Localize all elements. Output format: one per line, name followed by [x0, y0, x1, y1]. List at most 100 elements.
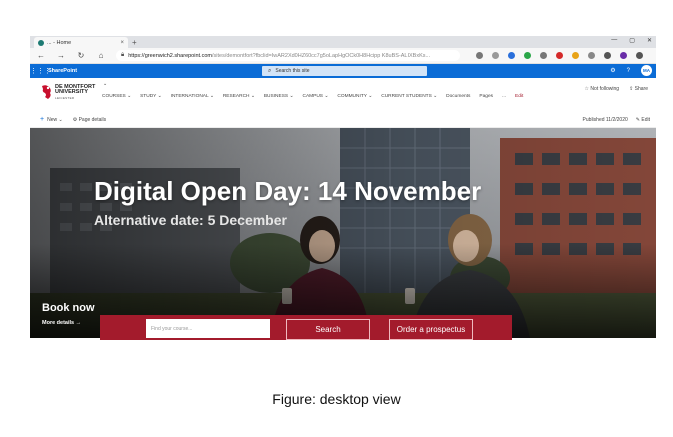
course-search-input[interactable]: Find your course... — [146, 319, 270, 338]
more-details-link[interactable]: More details → — [42, 320, 81, 326]
app-launcher-icon[interactable]: ⋮⋮⋮ — [30, 67, 51, 75]
shield-icon[interactable] — [524, 52, 531, 59]
edit-page-button[interactable]: ✎ Edit — [636, 117, 650, 123]
nav-item-label: Pages — [479, 94, 494, 99]
sync-icon[interactable] — [476, 52, 483, 59]
nav-item-research[interactable]: RESEARCH ⌄ — [223, 94, 255, 99]
chevron-down-icon[interactable]: ⌄ — [57, 117, 62, 123]
suite-bar-actions: ⚙ ? MA — [610, 65, 652, 76]
nav-item-label: Edit — [515, 94, 524, 99]
nav-item-label: RESEARCH — [222, 94, 250, 99]
published-status: Published 11/2/2020 — [582, 116, 628, 123]
top-navigation: COURSES ⌄ STUDY ⌄ INTERNATIONAL ⌄ RESEARCH … — [102, 94, 523, 99]
nav-item-campus[interactable]: CAMPUS ⌄ — [302, 94, 328, 99]
zoom-icon[interactable] — [492, 52, 499, 59]
back-button[interactable]: ← — [36, 51, 46, 60]
url-path: /sites/demontfort?fbclid=IwAR2Xd0HZ60cc7… — [211, 52, 431, 59]
collections-icon[interactable] — [604, 52, 611, 59]
close-window-button[interactable]: ✕ — [647, 37, 652, 44]
chevron-down-icon: ⌄ — [366, 94, 373, 99]
site-header: DE MONTFORT UNIVERSITY LEICESTER ⌄ COURS… — [30, 78, 656, 112]
more-icon[interactable] — [636, 52, 643, 59]
dmu-logo[interactable]: DE MONTFORT UNIVERSITY LEICESTER — [40, 84, 95, 100]
nav-item-pages[interactable]: Pages — [479, 94, 493, 99]
help-icon[interactable]: ? — [627, 68, 630, 74]
pencil-icon: ✎ — [635, 116, 640, 123]
browser-tab[interactable]: ... - Home × — [34, 37, 128, 48]
order-prospectus-button[interactable]: Order a prospectus — [389, 319, 473, 340]
book-now-heading[interactable]: Book now — [42, 302, 95, 314]
url-host: https://greenwich2.sharepoint.com — [128, 52, 212, 59]
share-button[interactable]: ⇪ Share — [629, 86, 648, 92]
chevron-down-icon: ⌄ — [288, 94, 294, 99]
camera-icon[interactable] — [540, 52, 547, 59]
lock-icon: 🔒︎ — [121, 52, 125, 58]
hero-photo — [30, 128, 656, 338]
forward-button[interactable]: → — [56, 51, 66, 60]
nav-item-label: COMMUNITY — [337, 94, 367, 99]
tab-strip: ... - Home × + — ▢ ✕ — [30, 36, 656, 48]
profile-icon[interactable] — [620, 52, 627, 59]
chevron-down-icon: ⌄ — [156, 94, 162, 99]
url-field[interactable]: 🔒︎ https://greenwich2.sharepoint.com /si… — [116, 50, 460, 61]
maximize-button[interactable]: ▢ — [629, 37, 635, 44]
follow-button[interactable]: ☆ Not following — [585, 86, 620, 92]
refresh-button[interactable]: ↻ — [76, 51, 86, 60]
site-search-box[interactable]: ⌕ Search this site — [262, 66, 427, 76]
sharepoint-app-name[interactable]: SharePoint — [48, 68, 77, 74]
extension-icons — [476, 52, 643, 59]
nav-item-business[interactable]: BUSINESS ⌄ — [264, 94, 294, 99]
nav-item-documents[interactable]: Documents — [446, 94, 470, 99]
nav-item-international[interactable]: INTERNATIONAL ⌄ — [171, 94, 214, 99]
hero-subtitle: Alternative date: 5 December — [94, 212, 287, 228]
chevron-down-icon[interactable]: ⌄ — [103, 81, 107, 87]
nav-item-label: STUDY — [140, 94, 157, 99]
chevron-down-icon: ⌄ — [249, 94, 255, 99]
minimize-button[interactable]: — — [611, 37, 617, 44]
chevron-down-icon: ⌄ — [323, 94, 329, 99]
settings-gear-icon[interactable]: ⚙ — [610, 67, 615, 74]
chevron-down-icon: ⌄ — [431, 94, 438, 99]
page-details-button[interactable]: Page details — [79, 117, 107, 123]
share-icon: ⇪ — [629, 86, 634, 92]
home-button[interactable]: ⌂ — [96, 51, 106, 60]
nav-item-courses[interactable]: COURSES ⌄ — [102, 94, 131, 99]
course-search-band: Find your course... Search Order a prosp… — [100, 315, 512, 340]
suite-bar: ⋮⋮⋮ SharePoint ⌕ Search this site ⚙ ? MA — [30, 64, 656, 78]
new-tab-button[interactable]: + — [132, 38, 137, 47]
command-bar: + New ⌄ ⚙ Page details Published 11/2/20… — [30, 112, 656, 128]
nav-item-label: CAMPUS — [302, 94, 324, 99]
hero-banner[interactable]: Digital Open Day: 14 November Alternativ… — [30, 128, 656, 338]
logo-wordmark: DE MONTFORT UNIVERSITY LEICESTER — [55, 84, 95, 100]
new-button[interactable]: New — [47, 117, 57, 123]
nav-item-label: COURSES — [102, 94, 126, 99]
puzzle-icon[interactable] — [588, 52, 595, 59]
nav-item-current-students[interactable]: CURRENT STUDENTS ⌄ — [381, 94, 437, 99]
site-favicon-icon — [38, 39, 44, 46]
follow-label: Not following — [590, 86, 620, 92]
nav-item-label: Documents — [446, 94, 471, 99]
logo-subline: LEICESTER — [55, 95, 75, 100]
nav-item-label: CURRENT STUDENTS — [381, 94, 432, 99]
nav-item-community[interactable]: COMMUNITY ⌄ — [337, 94, 372, 99]
user-avatar[interactable]: MA — [641, 65, 652, 76]
favorite-icon[interactable] — [508, 52, 515, 59]
chevron-down-icon: ⌄ — [125, 94, 132, 99]
folder-icon[interactable] — [572, 52, 579, 59]
site-search-placeholder: Search this site — [275, 68, 310, 74]
nav-item-[interactable]: ... — [502, 94, 506, 99]
nav-item-edit[interactable]: Edit — [515, 94, 523, 99]
window-controls: — ▢ ✕ — [611, 37, 652, 44]
figure-caption: Figure: desktop view — [272, 391, 401, 407]
chevron-down-icon: ⌄ — [208, 94, 214, 99]
hero-title: Digital Open Day: 14 November — [94, 176, 482, 206]
nav-item-study[interactable]: STUDY ⌄ — [140, 94, 162, 99]
star-icon: ☆ — [584, 86, 590, 92]
tab-close-icon[interactable]: × — [120, 40, 124, 46]
address-toolbar: ← → ↻ ⌂ 🔒︎ https://greenwich2.sharepoint… — [30, 48, 656, 64]
edit-label: Edit — [641, 116, 650, 123]
adblock-icon[interactable] — [556, 52, 563, 59]
nav-item-label: BUSINESS — [263, 94, 289, 99]
search-button[interactable]: Search — [286, 319, 370, 340]
dmu-crest-icon — [42, 85, 51, 99]
